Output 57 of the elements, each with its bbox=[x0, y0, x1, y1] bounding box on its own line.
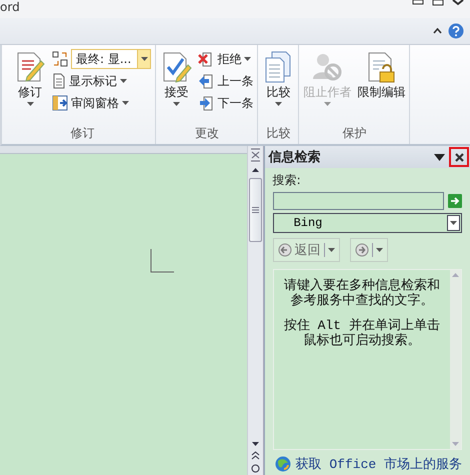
minimize-icon[interactable] bbox=[412, 0, 424, 6]
group-label: 更改 bbox=[194, 125, 219, 142]
caret-icon bbox=[328, 248, 335, 252]
help-icon[interactable] bbox=[448, 23, 464, 39]
pane-title: 信息检索 bbox=[268, 148, 322, 166]
pane-icon bbox=[52, 95, 68, 111]
ribbon-button[interactable]: 比较 bbox=[262, 49, 294, 124]
caret-icon bbox=[376, 248, 383, 252]
caret-icon bbox=[450, 221, 457, 225]
pane-menu-icon[interactable] bbox=[434, 154, 445, 160]
ribbon-button[interactable]: 审阅窗格 bbox=[52, 93, 152, 113]
source-dropdown[interactable]: Bing bbox=[272, 213, 462, 233]
marketplace-link[interactable]: 获取 Office 市场上的服务 bbox=[296, 455, 462, 473]
scroll-thumb[interactable] bbox=[248, 178, 262, 242]
markup-dropdown[interactable]: 最终: 显... bbox=[71, 49, 152, 69]
caret-icon bbox=[324, 102, 331, 106]
group-label: 保护 bbox=[342, 125, 366, 142]
caret-icon bbox=[244, 57, 252, 61]
margin-corner-icon bbox=[150, 249, 174, 273]
caret-icon bbox=[172, 102, 180, 106]
group-label: 修订 bbox=[70, 125, 95, 142]
ribbon-button[interactable]: 限制编辑 bbox=[357, 49, 406, 124]
grid-icon bbox=[52, 51, 68, 67]
group-label: 比较 bbox=[266, 125, 290, 142]
ribbon-button[interactable]: 修订 bbox=[14, 49, 46, 124]
reject-icon bbox=[198, 51, 214, 67]
caret-icon bbox=[120, 79, 127, 83]
maximize-icon[interactable] bbox=[432, 0, 444, 6]
grip-icon bbox=[252, 207, 259, 213]
browse-object-icon[interactable] bbox=[250, 464, 260, 473]
right-arrow-icon bbox=[198, 95, 214, 111]
ribbon-button[interactable]: 上一条 bbox=[198, 71, 254, 91]
collapse-ribbon-icon[interactable] bbox=[433, 28, 442, 34]
document-icon bbox=[52, 73, 66, 89]
help-text: 按住 Alt 并在单词上单击鼠标也可启动搜索。 bbox=[282, 318, 441, 348]
ribbon-button[interactable]: 显示标记 bbox=[52, 71, 152, 91]
caret-icon bbox=[274, 102, 282, 106]
caret-icon bbox=[140, 57, 148, 61]
left-arrow-icon bbox=[198, 73, 214, 89]
search-label: 搜索: bbox=[272, 172, 302, 189]
help-text: 请键入要在多种信息检索和参考服务中查找的文字。 bbox=[282, 278, 441, 308]
window-title: ord bbox=[0, 0, 20, 15]
scroll-down-icon[interactable] bbox=[250, 440, 260, 448]
previous-page-icon[interactable] bbox=[250, 451, 260, 461]
globe-icon bbox=[274, 456, 291, 472]
close-pane-button[interactable] bbox=[449, 147, 469, 167]
go-arrow-icon[interactable] bbox=[448, 194, 462, 208]
vertical-scrollbar[interactable] bbox=[247, 146, 264, 475]
ribbon-button[interactable]: 拒绝 bbox=[198, 49, 254, 69]
split-icon[interactable] bbox=[250, 148, 260, 162]
caret-icon bbox=[122, 101, 129, 105]
person-block-icon bbox=[311, 51, 344, 83]
ribbon-button[interactable]: 下一条 bbox=[198, 93, 254, 113]
search-field[interactable] bbox=[272, 192, 444, 210]
scroll-up-icon[interactable] bbox=[250, 166, 260, 174]
caret-icon bbox=[26, 102, 34, 106]
ribbon-button[interactable]: 接受 bbox=[160, 49, 192, 124]
